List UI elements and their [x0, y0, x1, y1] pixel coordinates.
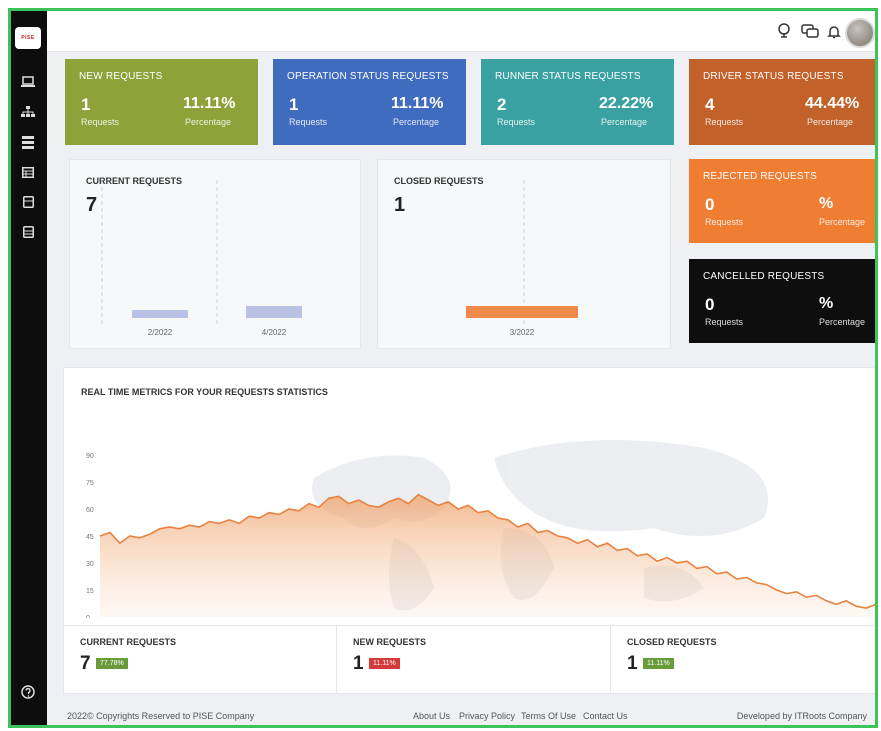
metric-current: CURRENT REQUESTS 7 77.78%: [64, 625, 336, 693]
footer-link-contact[interactable]: Contact Us: [583, 711, 628, 721]
app-frame: PISE NEW REQUESTS 1 Requests 11.11% Perc…: [8, 8, 878, 728]
bar: [466, 306, 578, 318]
y-tick-label: 45: [86, 534, 94, 541]
x-tick-label: 2/2022: [148, 328, 173, 337]
card-percent-label: Percentage: [819, 217, 866, 227]
card-count-label: Requests: [81, 117, 120, 127]
topbar: [47, 11, 875, 52]
table-icon[interactable]: [19, 163, 37, 181]
card-count: 4: [705, 95, 715, 114]
card-title: OPERATION STATUS REQUESTS: [287, 71, 449, 82]
sitemap-icon[interactable]: [19, 103, 37, 121]
footer-link-terms[interactable]: Terms Of Use: [521, 711, 576, 721]
bell-icon[interactable]: [825, 22, 843, 40]
metrics-panel: REAL TIME METRICS FOR YOUR REQUESTS STAT…: [63, 367, 875, 694]
avatar[interactable]: [845, 18, 875, 48]
card-percent: 44.44%: [805, 95, 860, 112]
document-icon[interactable]: [19, 193, 37, 211]
card-count: 1: [289, 95, 299, 114]
card-count: 0: [705, 195, 715, 214]
card-percent-label: Percentage: [185, 117, 232, 127]
document-alt-icon[interactable]: [19, 223, 37, 241]
driver-status-card[interactable]: DRIVER STATUS REQUESTS 4 Requests 44.44%…: [689, 59, 875, 145]
card-percent-label: Percentage: [819, 317, 866, 327]
card-title: NEW REQUESTS: [79, 71, 163, 82]
card-count-label: Requests: [705, 117, 744, 127]
rejected-requests-card[interactable]: REJECTED REQUESTS 0 Requests % Percentag…: [689, 159, 875, 243]
laptop-icon[interactable]: [19, 73, 37, 91]
metric-value: 1: [627, 653, 638, 674]
card-percent-label: Percentage: [807, 117, 854, 127]
card-count: 1: [81, 95, 91, 114]
card-title: CANCELLED REQUESTS: [703, 271, 825, 282]
metrics-chart: 0 15 30 45 60 75 90: [86, 440, 875, 618]
runner-status-card[interactable]: RUNNER STATUS REQUESTS 2 Requests 22.22%…: [481, 59, 674, 145]
chat-icon[interactable]: [801, 22, 819, 40]
closed-requests-panel: CLOSED REQUESTS 1 3/2022: [377, 159, 671, 349]
card-title: REJECTED REQUESTS: [703, 171, 817, 182]
sidebar: PISE: [11, 11, 47, 725]
footer-link-about[interactable]: About Us: [413, 711, 450, 721]
metric-title: CLOSED REQUESTS: [627, 637, 717, 647]
card-count-label: Requests: [705, 217, 744, 227]
y-tick-label: 15: [86, 588, 94, 595]
card-percent: %: [819, 295, 834, 312]
card-percent: 22.22%: [599, 95, 654, 112]
metric-title: CURRENT REQUESTS: [80, 637, 177, 647]
cancelled-requests-card[interactable]: CANCELLED REQUESTS 0 Requests % Percenta…: [689, 259, 875, 343]
developer-text: Developed by ITRoots Company: [736, 711, 867, 721]
y-tick-label: 0: [86, 615, 90, 618]
card-percent-label: Percentage: [601, 117, 648, 127]
current-requests-panel: CURRENT REQUESTS 7 2/2022 4/2022: [69, 159, 361, 349]
card-percent: 11.11%: [391, 95, 444, 112]
card-count-label: Requests: [289, 117, 328, 127]
card-count: 0: [705, 295, 715, 314]
card-title: DRIVER STATUS REQUESTS: [703, 71, 844, 82]
server-icon[interactable]: [19, 133, 37, 151]
new-requests-card[interactable]: NEW REQUESTS 1 Requests 11.11% Percentag…: [65, 59, 258, 145]
footer: 2022© Copyrights Reserved to PISE Compan…: [47, 701, 875, 725]
bar: [132, 310, 188, 318]
map-shape: [494, 440, 768, 536]
x-tick-label: 4/2022: [262, 328, 287, 337]
metric-badge: 77.78%: [96, 658, 128, 669]
metric-badge: 11.11%: [369, 658, 400, 669]
x-tick-label: 3/2022: [510, 328, 535, 337]
metric-title: NEW REQUESTS: [353, 637, 427, 647]
y-tick-label: 90: [86, 453, 94, 460]
operation-status-card[interactable]: OPERATION STATUS REQUESTS 1 Requests 11.…: [273, 59, 466, 145]
logo-text: PISE: [21, 35, 35, 41]
current-requests-chart: 2/2022 4/2022: [101, 180, 302, 337]
footer-link-privacy[interactable]: Privacy Policy: [459, 711, 515, 721]
closed-requests-chart: 3/2022: [466, 180, 578, 337]
metrics-title: REAL TIME METRICS FOR YOUR REQUESTS STAT…: [81, 387, 328, 397]
card-percent: 11.11%: [183, 95, 236, 112]
help-circle-icon[interactable]: [19, 683, 37, 701]
y-tick-label: 60: [86, 507, 94, 514]
y-tick-label: 75: [86, 480, 94, 487]
card-percent: %: [819, 195, 834, 212]
card-percent-label: Percentage: [393, 117, 440, 127]
globe-icon[interactable]: [775, 22, 793, 40]
metric-new: NEW REQUESTS 1 11.11%: [336, 625, 610, 693]
metric-value: 7: [80, 653, 91, 674]
bar: [246, 306, 302, 318]
metric-value: 1: [353, 653, 364, 674]
card-count: 2: [497, 95, 507, 114]
y-tick-label: 30: [86, 561, 94, 568]
metric-closed: CLOSED REQUESTS 1 11.11%: [610, 625, 875, 693]
card-title: RUNNER STATUS REQUESTS: [495, 71, 641, 82]
card-count-label: Requests: [497, 117, 536, 127]
metric-badge: 11.11%: [643, 658, 674, 669]
copyright-text: 2022© Copyrights Reserved to PISE Compan…: [67, 711, 255, 721]
logo[interactable]: PISE: [15, 27, 41, 49]
card-count-label: Requests: [705, 317, 744, 327]
